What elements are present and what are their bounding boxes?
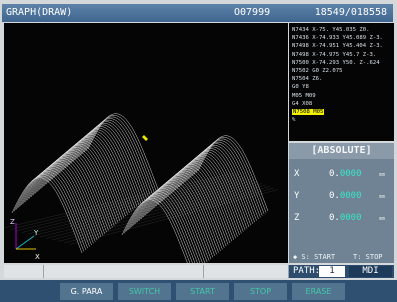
path-status: PATH: 1 MDI [289,265,394,278]
switch-button[interactable]: SWITCH [118,283,171,300]
program-number: O07999 [234,7,271,18]
program-line: N7498 X-74.975 Y45.7 Z-3. [292,51,377,58]
path-value: 1 [319,266,345,277]
program-line: N7502 G0 Z2.075 [292,68,343,75]
message-cell [204,265,289,278]
block-counter: 18549/018558 [314,7,387,18]
axis-z-label: Z [10,218,15,226]
right-panel: N7434 X-75. Y45.035 Z0. N7436 X-74.933 Y4… [289,23,394,263]
toolpath-base-line [27,178,251,235]
axis-value: 0.0000 [329,169,362,179]
program-line: % [292,117,296,124]
message-cell [44,265,204,278]
program-listing: N7434 X-75. Y45.035 Z0. N7436 X-74.933 Y4… [289,23,394,141]
s-start-hint: ◆ S: START [293,253,336,261]
path-label: PATH: [293,266,321,276]
absolute-title: [ABSOLUTE] [289,143,394,159]
graph-view[interactable]: Z Y X [4,23,288,263]
mode-indicator: MDI [349,266,392,277]
axis-name: Y [294,191,300,201]
erase-button[interactable]: ERASE [292,283,345,300]
message-bar [4,265,289,278]
toolpath-segment [11,177,83,254]
cnc-screen: GRAPH(DRAW) O07999 18549/018558 Z Y X N7… [0,0,397,302]
title-bar: GRAPH(DRAW) O07999 18549/018558 [2,4,393,22]
axis-row-x: X 0.0000 mm [289,167,394,183]
screen-title: GRAPH(DRAW) [6,7,73,18]
message-cell [4,265,44,278]
toolpath-mesh [4,113,279,263]
axis-value: 0.0000 [329,191,362,201]
axis-row-z: Z 0.0000 mm [289,211,394,227]
toolpath-segment [13,175,85,252]
g-para-button[interactable]: G. PARA [60,283,113,300]
program-line: N7500 X-74.293 Y50. Z-.624 [292,59,380,66]
axis-x-label: X [35,253,40,261]
start-button[interactable]: START [176,283,229,300]
toolpath-segment [15,174,87,250]
function-key-bar: G. PARA SWITCH START STOP ERASE [0,280,397,302]
program-line: N7508 M05 [292,108,394,116]
toolpath-drawing: Z Y X [4,113,279,263]
axis-unit: mm [379,194,386,200]
axis-row-y: Y 0.0000 mm [289,189,394,205]
axis-triad-icon: Z Y X [10,218,40,261]
program-line: N7434 X-75. Y45.035 Z0. [292,27,370,33]
program-line: G0 Y8 [292,84,309,91]
current-block-highlight: N7508 M05 [292,109,325,116]
toolpath-base-line [4,172,235,229]
program-line: M05 M09 [292,92,316,99]
program-line: N7504 Z6. [292,76,323,83]
axis-unit: mm [379,216,386,222]
program-line: N7436 X-74.933 Y45.089 Z-3. [292,35,383,42]
axis-value: 0.0000 [329,213,362,223]
stop-button[interactable]: STOP [234,283,287,300]
t-stop-hint: T: STOP [353,253,383,261]
program-line: G4 X08 [292,100,313,107]
axis-y-label: Y [33,229,39,237]
axis-name: X [294,169,300,179]
start-stop-hints: ◆ S: START T: STOP [289,251,394,263]
toolpath-segment [121,199,188,263]
tool-position-marker [142,135,148,141]
toolpath-segment [123,197,191,263]
absolute-position-panel: [ABSOLUTE] X 0.0000 mm Y 0.0000 mm Z 0.0… [289,143,394,261]
axis-unit: mm [379,172,386,178]
axis-name: Z [294,213,300,223]
program-line: N7498 X-74.951 Y45.404 Z-3. [292,43,383,50]
